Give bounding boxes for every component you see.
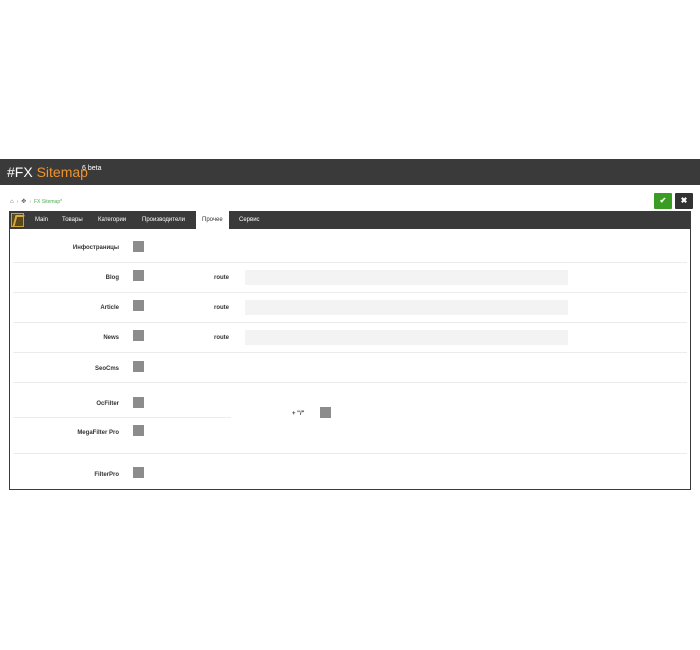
row-divider — [13, 292, 687, 293]
seocms-label: SeoCms — [94, 366, 119, 372]
tab-categories[interactable]: Категории — [92, 211, 132, 229]
article-route-input[interactable] — [245, 300, 568, 315]
puzzle-icon[interactable]: ✥ — [21, 198, 26, 205]
tab-service[interactable]: Сервис — [233, 211, 266, 229]
megafilter-checkbox[interactable] — [133, 425, 144, 436]
ocfilter-checkbox[interactable] — [133, 397, 144, 408]
logo-hash: #FX — [7, 164, 33, 180]
infopages-label: Инфостраницы — [72, 245, 119, 251]
tab-manufacturers[interactable]: Производители — [136, 211, 191, 229]
breadcrumb-current[interactable]: FX Sitemap* — [34, 199, 62, 205]
row-divider — [13, 382, 687, 383]
tab-main[interactable]: Main — [29, 211, 54, 229]
row-divider — [13, 262, 687, 263]
blog-route-input[interactable] — [245, 270, 568, 285]
row-divider — [13, 352, 687, 353]
tab-products[interactable]: Товары — [56, 211, 89, 229]
row-divider — [13, 417, 231, 418]
settings-panel — [9, 211, 691, 490]
news-checkbox[interactable] — [133, 330, 144, 341]
row-divider — [13, 322, 687, 323]
blog-route-label: route — [214, 275, 229, 281]
tab-bar: Main Товары Категории Производители Проч… — [9, 211, 691, 229]
trailing-slash-label: + "/" — [292, 411, 305, 417]
seocms-checkbox[interactable] — [133, 361, 144, 372]
row-divider — [13, 453, 687, 454]
article-label: Article — [100, 305, 119, 311]
breadcrumb-separator: › — [29, 198, 31, 205]
close-button[interactable]: ✖ — [675, 193, 693, 209]
version-label: 6 beta — [82, 165, 102, 172]
megafilter-label: MegaFilter Pro — [77, 430, 119, 436]
tab-other[interactable]: Прочее — [196, 211, 229, 229]
save-button[interactable]: ✔ — [654, 193, 672, 209]
blog-label: Blog — [105, 275, 119, 281]
trailing-slash-checkbox[interactable] — [320, 407, 331, 418]
fx-logo-icon — [11, 213, 24, 227]
app-header: #FX Sitemap 6 beta — [0, 159, 700, 185]
check-icon: ✔ — [659, 196, 667, 205]
filterpro-checkbox[interactable] — [133, 467, 144, 478]
close-icon: ✖ — [680, 196, 688, 205]
article-route-label: route — [214, 305, 229, 311]
ocfilter-label: OcFilter — [96, 401, 119, 407]
news-route-label: route — [214, 335, 229, 341]
breadcrumb-separator: › — [16, 198, 19, 205]
logo-brand: Sitemap — [36, 164, 88, 180]
news-label: News — [103, 335, 119, 341]
app-logo: #FX Sitemap 6 beta — [7, 164, 101, 180]
infopages-checkbox[interactable] — [133, 241, 144, 252]
home-icon[interactable]: ⌂ — [10, 199, 14, 205]
news-route-input[interactable] — [245, 330, 568, 345]
filterpro-label: FilterPro — [94, 472, 119, 478]
breadcrumb: ⌂ › ✥ › FX Sitemap* — [10, 198, 62, 206]
blog-checkbox[interactable] — [133, 270, 144, 281]
article-checkbox[interactable] — [133, 300, 144, 311]
